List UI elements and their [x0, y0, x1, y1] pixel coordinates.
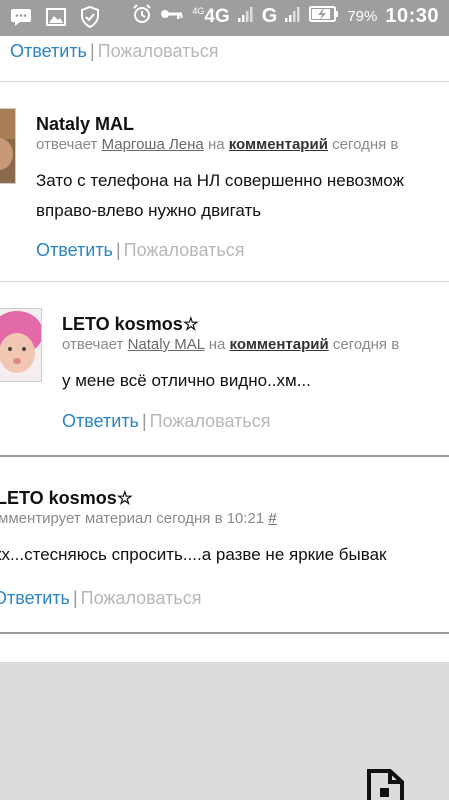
separator: | — [141, 411, 147, 431]
image-icon — [46, 7, 66, 32]
thread-divider — [0, 455, 449, 457]
network-4g-label: 4G — [204, 5, 230, 27]
battery-percent: 79% — [347, 8, 378, 25]
separator: | — [72, 588, 78, 608]
comment-meta: отвечает Nataly MAL на комментарий сегод… — [62, 336, 399, 353]
comment-meta: мментирует материал сегодня в 10:21 # — [0, 510, 277, 527]
document-icon[interactable] — [366, 768, 406, 807]
clock: 10:30 — [385, 5, 439, 27]
comment-author[interactable]: LETO kosmos☆ — [0, 488, 133, 509]
target-comment-link[interactable]: комментарий — [230, 336, 329, 353]
comment-actions: Ответить | Пожаловаться — [36, 240, 245, 261]
meta-time: сегодня в — [332, 336, 400, 353]
comment-actions: Ответить | Пожаловаться — [62, 411, 271, 432]
meta-verb: отвечает — [62, 336, 124, 353]
comment-text: Зато с телефона на НЛ совершенно невозмо… — [36, 166, 404, 226]
network-4g-small-label: 4G — [192, 5, 205, 16]
alarm-icon — [132, 4, 152, 29]
battery-charging-icon — [309, 5, 339, 28]
chat-icon — [10, 7, 32, 32]
meta-text: мментирует материал сегодня в 10:21 — [0, 510, 265, 527]
avatar[interactable] — [0, 108, 16, 184]
comment-author[interactable]: Nataly MAL — [36, 114, 134, 135]
comment-actions: Ответить | Пожаловаться — [0, 588, 202, 609]
report-link[interactable]: Пожаловаться — [150, 411, 271, 431]
reply-link[interactable]: Ответить — [62, 411, 139, 431]
signal-icon-2 — [285, 5, 301, 28]
status-bar: 4G 4G G 79% 10:30 — [0, 0, 449, 36]
comment-actions: Ответить | Пожаловаться — [10, 41, 219, 62]
separator: | — [115, 240, 121, 260]
comment-author[interactable]: LETO kosmos☆ — [62, 314, 199, 335]
comment-text: у мене всё отлично видно..хм... — [62, 371, 311, 390]
thread-divider — [0, 632, 449, 634]
comment-text: кх...стесняюсь спросить....а разве не яр… — [0, 545, 387, 564]
report-link[interactable]: Пожаловаться — [98, 41, 219, 61]
report-link[interactable]: Пожаловаться — [81, 588, 202, 608]
reply-link[interactable]: Ответить — [0, 588, 70, 608]
meta-time: сегодня в — [332, 136, 399, 153]
report-link[interactable]: Пожаловаться — [124, 240, 245, 260]
reply-link[interactable]: Ответить — [10, 41, 87, 61]
shield-icon — [80, 5, 100, 33]
divider — [0, 281, 449, 282]
comment-text-line: Зато с телефона на НЛ совершенно невозмо… — [36, 171, 404, 190]
comments-list: Ответить | Пожаловаться Nataly MAL отвечае… — [0, 36, 449, 662]
divider — [0, 81, 449, 82]
signal-icon — [237, 5, 254, 28]
avatar[interactable] — [0, 308, 42, 382]
separator: | — [89, 41, 95, 61]
comment-meta: отвечает Маргоша Лена на комментарий сег… — [36, 136, 398, 153]
comment-text-line: вправо-влево нужно двигать — [36, 201, 262, 220]
meta-on: на — [207, 136, 225, 153]
meta-verb: отвечает — [36, 136, 98, 153]
target-user-link[interactable]: Маргоша Лена — [102, 136, 204, 153]
meta-on: на — [208, 336, 226, 353]
permalink-link[interactable]: # — [268, 510, 276, 527]
key-icon — [160, 7, 184, 26]
network-g-label: G — [261, 5, 278, 27]
bottom-panel — [0, 662, 449, 800]
target-user-link[interactable]: Nataly MAL — [128, 336, 205, 353]
reply-link[interactable]: Ответить — [36, 240, 113, 260]
target-comment-link[interactable]: комментарий — [229, 136, 328, 153]
